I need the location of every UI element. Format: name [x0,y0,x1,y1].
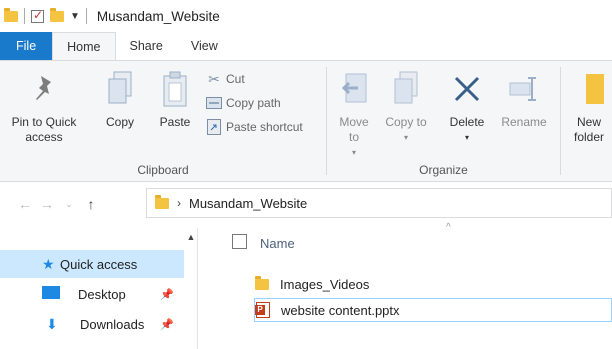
clipboard-group: Pin to Quick access Copy Paste ✂ Cut Cop… [0,61,326,181]
select-all-checkbox[interactable] [232,234,247,249]
customize-toolbar-dropdown-icon[interactable]: ▼ [70,11,80,22]
folder-icon [254,275,270,290]
move-to-dropdown-icon: ▾ [351,148,356,157]
copy-path-button[interactable]: Copy path [206,93,281,113]
desktop-icon [42,286,60,302]
new-folder-label: New folder [573,115,605,144]
move-to-icon [336,69,372,109]
download-arrow-icon: ⬇ [46,315,58,332]
new-folder-icon[interactable] [50,7,64,22]
file-name: Images_Videos [280,276,370,292]
up-arrow-icon[interactable]: ↑ [80,196,102,212]
file-list-pane: Name ^ Images_Videos website content.ppt… [198,222,612,349]
copy-to-icon [388,69,424,109]
scissors-icon: ✂ [208,70,220,87]
paste-shortcut-label: Paste shortcut [226,120,303,134]
powerpoint-file-icon [255,302,271,318]
list-item[interactable]: Images_Videos [254,272,612,296]
rename-icon [506,69,542,109]
copy-path-icon [206,95,222,111]
column-header: Name ^ [198,222,612,258]
rename-label: Rename [501,115,547,129]
ribbon-tabs: File Home Share View [0,32,612,60]
file-name: website content.pptx [281,302,400,318]
tab-file[interactable]: File [0,32,53,60]
copy-label: Copy [105,115,134,129]
breadcrumb-current[interactable]: Musandam_Website [189,196,307,211]
new-folder-icon [571,69,607,109]
forward-arrow-icon[interactable]: → [36,196,58,212]
tab-share[interactable]: Share [116,32,177,60]
delete-x-icon [449,69,485,109]
nav-item-label: Quick access [60,256,138,272]
paste-label: Paste [159,115,191,129]
back-arrow-icon[interactable]: ← [14,196,36,212]
toolbar-divider [24,8,25,24]
clipboard-group-label: Clipboard [137,163,189,177]
new-folder-button[interactable]: New folder [569,69,609,145]
pin-to-quick-access-button[interactable]: Pin to Quick access [8,69,80,145]
cut-label: Cut [226,72,245,86]
ribbon: Pin to Quick access Copy Paste ✂ Cut Cop… [0,60,612,182]
pin-icon[interactable]: 📌 [160,288,174,301]
copy-button[interactable]: Copy [100,69,140,130]
pin-icon [26,69,62,109]
copy-path-label: Copy path [226,96,281,110]
delete-button[interactable]: Delete ▾ [445,69,489,145]
nav-item-label: Desktop [78,286,126,302]
column-name-header[interactable]: Name [260,236,295,251]
nav-item-desktop[interactable]: Desktop 📌 [0,280,184,308]
list-item[interactable]: website content.pptx [254,298,612,322]
pin-icon[interactable]: 📌 [160,318,174,331]
file-explorer-window: ▼ Musandam_Website File Home Share View … [0,0,612,349]
nav-item-downloads[interactable]: ⬇ Downloads 📌 [0,310,184,338]
rename-button[interactable]: Rename [497,69,551,130]
move-to-label: Move to [339,115,369,144]
scroll-up-icon[interactable]: ▲ [184,232,198,242]
recent-locations-dropdown-icon[interactable]: ⌄ [58,199,80,210]
tab-home[interactable]: Home [52,32,116,60]
toolbar-divider [85,8,87,24]
nav-scrollbar[interactable]: ▲ [184,228,198,349]
folder-icon [155,194,169,209]
paste-shortcut-button[interactable]: Paste shortcut [206,117,303,137]
organize-group: Move to ▾ Copy to ▾ Delete ▾ Rename Orga… [327,61,560,181]
navigation-pane: ★ Quick access Desktop 📌 ⬇ Downloads 📌 ▲ [0,228,198,349]
delete-label: Delete [449,115,485,129]
window-title: Musandam_Website [96,8,220,24]
properties-icon[interactable] [31,8,44,23]
nav-item-label: Downloads [80,316,145,332]
paste-icon [157,69,193,109]
copy-to-dropdown-icon: ▾ [403,133,408,142]
new-group: New folder [561,61,612,181]
folder-icon [4,7,18,22]
copy-to-button[interactable]: Copy to ▾ [385,69,427,145]
pin-label: Pin to Quick access [11,115,77,144]
tab-view[interactable]: View [177,32,232,60]
move-to-button[interactable]: Move to ▾ [333,69,375,160]
paste-shortcut-icon [206,119,222,135]
copy-icon [102,69,138,109]
paste-button[interactable]: Paste [153,69,197,130]
address-bar[interactable]: › Musandam_Website [146,188,612,218]
star-icon: ★ [42,255,55,272]
delete-dropdown-icon: ▾ [464,133,469,142]
breadcrumb-chevron-icon[interactable]: › [177,196,181,210]
copy-to-label: Copy to [385,115,427,129]
cut-button[interactable]: ✂ Cut [206,69,245,89]
organize-group-label: Organize [419,163,468,177]
sort-caret-icon: ^ [446,222,451,233]
quick-access-toolbar: ▼ [0,0,93,32]
nav-item-quick-access[interactable]: ★ Quick access [0,250,184,278]
title-bar: ▼ Musandam_Website [0,0,612,32]
navigation-bar: ← → ⌄ ↑ › Musandam_Website [0,188,612,220]
